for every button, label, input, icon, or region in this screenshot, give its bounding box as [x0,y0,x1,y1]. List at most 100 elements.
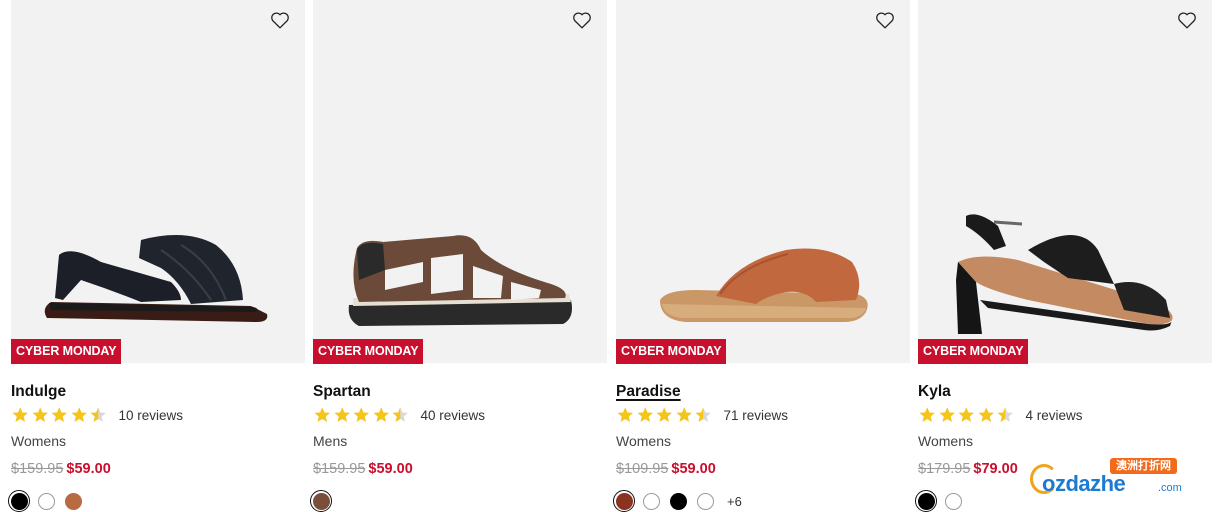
star-icon [392,407,408,422]
star-rating [11,406,108,424]
watermark-suffix: .com [1158,482,1182,494]
product-card[interactable]: CYBER MONDAY Spartan 40 reviews Mens $15… [310,0,608,512]
color-swatch[interactable] [35,490,57,512]
reviews-link[interactable]: 4 reviews [1026,408,1083,423]
swatch-color [64,492,82,510]
product-image[interactable] [918,0,1212,363]
product-name[interactable]: Spartan [313,383,371,401]
swatch-color [944,492,962,510]
original-price: $109.95 [616,461,669,477]
heeled-sandal-image [956,214,1173,334]
color-swatch[interactable] [613,490,635,512]
product-name[interactable]: Paradise [616,383,681,401]
star-icon [656,407,672,422]
heart-outline-icon [876,12,894,29]
wishlist-button[interactable] [874,9,896,31]
swatch-color [669,492,687,510]
star-icon [978,407,994,422]
product-card[interactable]: CYBER MONDAY Indulge 10 reviews Womens $… [8,0,306,512]
swatch-color [10,492,28,510]
product-rating: 40 reviews [313,404,485,426]
star-icon [958,407,974,422]
star-icon [676,407,692,422]
original-price: $159.95 [313,461,366,477]
product-rating: 10 reviews [11,404,183,426]
product-rating: 4 reviews [918,404,1083,426]
wishlist-button[interactable] [269,9,291,31]
product-gender: Womens [11,433,66,449]
promo-badge: CYBER MONDAY [11,339,122,364]
reviews-link[interactable]: 10 reviews [119,408,184,423]
color-swatch[interactable] [310,490,332,512]
color-swatch[interactable] [640,490,662,512]
swatch-color [615,492,633,510]
product-image[interactable] [11,0,305,363]
watermark-logo: ozdazhe [1042,471,1126,496]
star-icon [919,407,935,422]
product-gender: Womens [918,433,973,449]
product-price: $179.95 $79.00 [918,461,1018,477]
wishlist-button[interactable] [1176,9,1198,31]
product-image[interactable] [313,0,607,363]
product-image[interactable] [616,0,910,363]
color-swatch[interactable] [62,490,84,512]
color-swatches: +6 [613,490,742,512]
wishlist-button[interactable] [571,9,593,31]
sale-price: $79.00 [973,461,1018,477]
star-rating [918,406,1015,424]
promo-badge: CYBER MONDAY [616,339,727,364]
star-icon [12,407,28,422]
star-rating [616,406,713,424]
product-card[interactable]: CYBER MONDAY Paradise 71 reviews Womens … [613,0,911,512]
more-colors-link[interactable]: +6 [727,494,742,509]
star-icon [353,407,369,422]
product-name[interactable]: Kyla [918,383,951,401]
heart-outline-icon [271,12,289,29]
color-swatch[interactable] [667,490,689,512]
slide-sandal-image [660,248,868,322]
sandal-image [44,235,268,322]
color-swatches [8,490,84,512]
sale-price: $59.00 [66,461,111,477]
sandal-image [348,235,572,326]
star-icon [373,407,389,422]
swatch-color [37,492,55,510]
star-icon [90,407,106,422]
original-price: $179.95 [918,461,971,477]
star-icon [334,407,350,422]
star-icon [997,407,1013,422]
sale-price: $59.00 [368,461,413,477]
swatch-color [312,492,330,510]
heart-outline-icon [573,12,591,29]
product-gender: Womens [616,433,671,449]
star-icon [617,407,633,422]
promo-badge: CYBER MONDAY [918,339,1029,364]
color-swatch[interactable] [915,490,937,512]
star-icon [71,407,87,422]
star-icon [314,407,330,422]
color-swatch[interactable] [942,490,964,512]
product-gender: Mens [313,433,348,449]
product-price: $159.95 $59.00 [313,461,413,477]
product-card[interactable]: CYBER MONDAY Kyla 4 reviews Womens $179.… [915,0,1213,512]
reviews-link[interactable]: 40 reviews [421,408,486,423]
star-icon [695,407,711,422]
promo-badge: CYBER MONDAY [313,339,424,364]
color-swatch[interactable] [694,490,716,512]
star-rating [313,406,410,424]
product-rating: 71 reviews [616,404,788,426]
color-swatches [310,490,332,512]
heart-outline-icon [1178,12,1196,29]
color-swatches [915,490,964,512]
original-price: $159.95 [11,461,64,477]
product-price: $159.95 $59.00 [11,461,111,477]
star-icon [939,407,955,422]
product-name[interactable]: Indulge [11,383,66,401]
star-icon [32,407,48,422]
sale-price: $59.00 [671,461,716,477]
color-swatch[interactable] [8,490,30,512]
site-watermark: 澳洲打折网 ozdazhe .com [1030,458,1200,498]
swatch-color [917,492,935,510]
reviews-link[interactable]: 71 reviews [724,408,789,423]
swatch-color [696,492,714,510]
